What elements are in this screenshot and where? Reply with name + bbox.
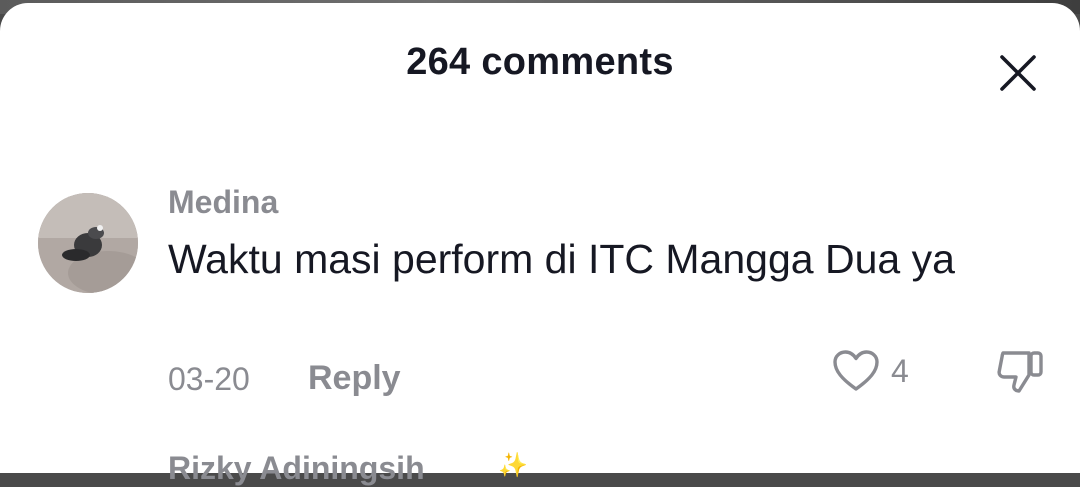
thumbs-down-icon <box>997 351 1043 393</box>
reply-button[interactable]: Reply <box>308 359 401 398</box>
comment-username[interactable]: Medina <box>168 184 278 221</box>
comments-count-title: 264 comments <box>406 41 674 83</box>
comments-sheet: 264 comments Medina Waktu masi perform d… <box>0 3 1080 486</box>
avatar-photo <box>38 193 138 293</box>
like-button[interactable] <box>832 349 880 393</box>
dislike-button[interactable] <box>995 349 1045 395</box>
close-button[interactable] <box>996 51 1040 95</box>
next-comment-username[interactable]: Rizky Adiningsih <box>168 450 425 487</box>
like-count: 4 <box>891 353 909 389</box>
avatar[interactable] <box>38 193 138 293</box>
close-icon <box>1000 55 1036 91</box>
comment-text: Waktu masi perform di ITC Mangga Dua ya <box>168 236 955 282</box>
heart-outline-icon <box>833 350 879 391</box>
sparkle-emoji: ✨ <box>498 452 528 479</box>
comment-date: 03-20 <box>168 361 250 397</box>
